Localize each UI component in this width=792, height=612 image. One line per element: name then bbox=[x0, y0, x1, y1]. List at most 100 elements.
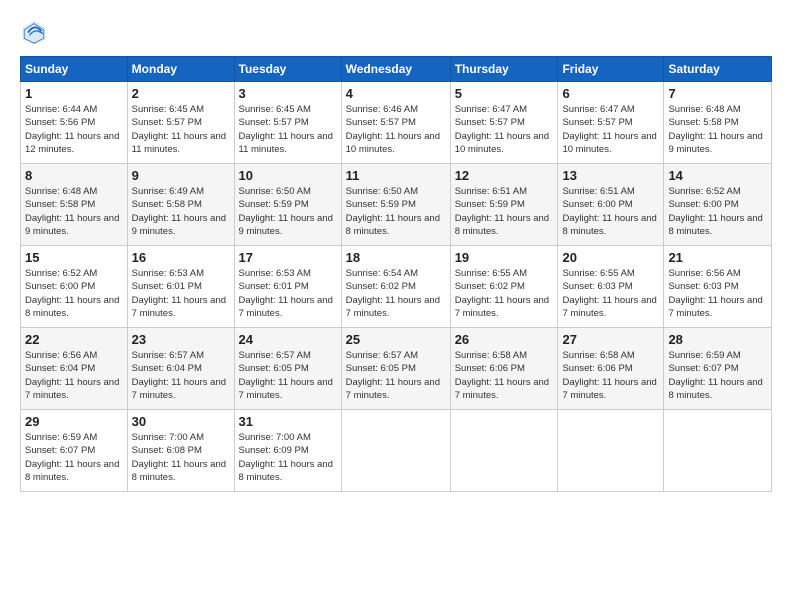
day-info: Sunrise: 6:44 AMSunset: 5:56 PMDaylight:… bbox=[25, 103, 123, 156]
calendar-week-1: 1Sunrise: 6:44 AMSunset: 5:56 PMDaylight… bbox=[21, 82, 772, 164]
day-number: 14 bbox=[668, 168, 767, 183]
day-cell-28: 28 Sunrise: 6:59 AMSunset: 6:07 PMDayligh… bbox=[664, 328, 772, 410]
day-number: 15 bbox=[25, 250, 123, 265]
day-cell-27: 27Sunrise: 6:58 AMSunset: 6:06 PMDayligh… bbox=[558, 328, 664, 410]
day-number: 16 bbox=[132, 250, 230, 265]
day-cell-20: 20 Sunrise: 6:55 AMSunset: 6:03 PMDayligh… bbox=[558, 246, 664, 328]
day-info: Sunrise: 6:48 AMSunset: 5:58 PMDaylight:… bbox=[668, 103, 767, 156]
day-number: 10 bbox=[239, 168, 337, 183]
day-info: Sunrise: 6:50 AMSunset: 5:59 PMDaylight:… bbox=[239, 185, 337, 238]
day-cell-26: 26Sunrise: 6:58 AMSunset: 6:06 PMDayligh… bbox=[450, 328, 558, 410]
day-number: 22 bbox=[25, 332, 123, 347]
day-info: Sunrise: 6:45 AMSunset: 5:57 PMDaylight:… bbox=[132, 103, 230, 156]
day-info: Sunrise: 6:55 AMSunset: 6:02 PMDaylight:… bbox=[455, 267, 554, 320]
day-number: 2 bbox=[132, 86, 230, 101]
day-info: Sunrise: 6:45 AMSunset: 5:57 PMDaylight:… bbox=[239, 103, 337, 156]
day-cell-7: 7 Sunrise: 6:48 AMSunset: 5:58 PMDaylight… bbox=[664, 82, 772, 164]
day-info: Sunrise: 6:58 AMSunset: 6:06 PMDaylight:… bbox=[562, 349, 659, 402]
day-cell-15: 15 Sunrise: 6:52 AMSunset: 6:00 PMDayligh… bbox=[21, 246, 128, 328]
day-cell-3: 3 Sunrise: 6:45 AMSunset: 5:57 PMDaylight… bbox=[234, 82, 341, 164]
day-number: 12 bbox=[455, 168, 554, 183]
page: SundayMondayTuesdayWednesdayThursdayFrid… bbox=[0, 0, 792, 502]
day-header-friday: Friday bbox=[558, 57, 664, 82]
day-number: 24 bbox=[239, 332, 337, 347]
day-info: Sunrise: 6:57 AMSunset: 6:04 PMDaylight:… bbox=[132, 349, 230, 402]
logo bbox=[20, 18, 52, 46]
day-cell-4: 4 Sunrise: 6:46 AMSunset: 5:57 PMDaylight… bbox=[341, 82, 450, 164]
day-number: 6 bbox=[562, 86, 659, 101]
day-cell-14: 14 Sunrise: 6:52 AMSunset: 6:00 PMDayligh… bbox=[664, 164, 772, 246]
calendar-body: 1Sunrise: 6:44 AMSunset: 5:56 PMDaylight… bbox=[21, 82, 772, 492]
day-cell-12: 12 Sunrise: 6:51 AMSunset: 5:59 PMDayligh… bbox=[450, 164, 558, 246]
day-info: Sunrise: 6:55 AMSunset: 6:03 PMDaylight:… bbox=[562, 267, 659, 320]
day-number: 18 bbox=[346, 250, 446, 265]
day-cell-10: 10 Sunrise: 6:50 AMSunset: 5:59 PMDayligh… bbox=[234, 164, 341, 246]
day-info: Sunrise: 7:00 AMSunset: 6:09 PMDaylight:… bbox=[239, 431, 337, 484]
day-cell-6: 6Sunrise: 6:47 AMSunset: 5:57 PMDaylight… bbox=[558, 82, 664, 164]
day-header-saturday: Saturday bbox=[664, 57, 772, 82]
day-cell-9: 9Sunrise: 6:49 AMSunset: 5:58 PMDaylight… bbox=[127, 164, 234, 246]
calendar: SundayMondayTuesdayWednesdayThursdayFrid… bbox=[20, 56, 772, 492]
empty-cell bbox=[450, 410, 558, 492]
day-cell-1: 1Sunrise: 6:44 AMSunset: 5:56 PMDaylight… bbox=[21, 82, 128, 164]
day-header-monday: Monday bbox=[127, 57, 234, 82]
day-cell-8: 8Sunrise: 6:48 AMSunset: 5:58 PMDaylight… bbox=[21, 164, 128, 246]
empty-cell bbox=[664, 410, 772, 492]
empty-cell bbox=[341, 410, 450, 492]
day-number: 29 bbox=[25, 414, 123, 429]
day-info: Sunrise: 6:59 AMSunset: 6:07 PMDaylight:… bbox=[25, 431, 123, 484]
day-info: Sunrise: 6:52 AMSunset: 6:00 PMDaylight:… bbox=[25, 267, 123, 320]
day-number: 25 bbox=[346, 332, 446, 347]
day-number: 17 bbox=[239, 250, 337, 265]
day-cell-17: 17 Sunrise: 6:53 AMSunset: 6:01 PMDayligh… bbox=[234, 246, 341, 328]
day-cell-24: 24Sunrise: 6:57 AMSunset: 6:05 PMDayligh… bbox=[234, 328, 341, 410]
day-cell-16: 16 Sunrise: 6:53 AMSunset: 6:01 PMDayligh… bbox=[127, 246, 234, 328]
day-number: 3 bbox=[239, 86, 337, 101]
day-cell-2: 2 Sunrise: 6:45 AMSunset: 5:57 PMDaylight… bbox=[127, 82, 234, 164]
calendar-week-2: 8Sunrise: 6:48 AMSunset: 5:58 PMDaylight… bbox=[21, 164, 772, 246]
day-number: 5 bbox=[455, 86, 554, 101]
day-info: Sunrise: 6:53 AMSunset: 6:01 PMDaylight:… bbox=[132, 267, 230, 320]
day-info: Sunrise: 6:50 AMSunset: 5:59 PMDaylight:… bbox=[346, 185, 446, 238]
day-number: 7 bbox=[668, 86, 767, 101]
day-header-wednesday: Wednesday bbox=[341, 57, 450, 82]
day-info: Sunrise: 6:53 AMSunset: 6:01 PMDaylight:… bbox=[239, 267, 337, 320]
day-cell-31: 31 Sunrise: 7:00 AMSunset: 6:09 PMDayligh… bbox=[234, 410, 341, 492]
day-info: Sunrise: 6:58 AMSunset: 6:06 PMDaylight:… bbox=[455, 349, 554, 402]
calendar-header: SundayMondayTuesdayWednesdayThursdayFrid… bbox=[21, 57, 772, 82]
day-number: 13 bbox=[562, 168, 659, 183]
day-cell-25: 25 Sunrise: 6:57 AMSunset: 6:05 PMDayligh… bbox=[341, 328, 450, 410]
day-number: 30 bbox=[132, 414, 230, 429]
header-row: SundayMondayTuesdayWednesdayThursdayFrid… bbox=[21, 57, 772, 82]
day-info: Sunrise: 6:47 AMSunset: 5:57 PMDaylight:… bbox=[455, 103, 554, 156]
day-header-tuesday: Tuesday bbox=[234, 57, 341, 82]
day-info: Sunrise: 6:52 AMSunset: 6:00 PMDaylight:… bbox=[668, 185, 767, 238]
calendar-week-5: 29 Sunrise: 6:59 AMSunset: 6:07 PMDayligh… bbox=[21, 410, 772, 492]
day-cell-5: 5 Sunrise: 6:47 AMSunset: 5:57 PMDaylight… bbox=[450, 82, 558, 164]
empty-cell bbox=[558, 410, 664, 492]
day-number: 23 bbox=[132, 332, 230, 347]
day-number: 19 bbox=[455, 250, 554, 265]
day-number: 20 bbox=[562, 250, 659, 265]
day-info: Sunrise: 6:46 AMSunset: 5:57 PMDaylight:… bbox=[346, 103, 446, 156]
calendar-week-4: 22Sunrise: 6:56 AMSunset: 6:04 PMDayligh… bbox=[21, 328, 772, 410]
day-info: Sunrise: 6:48 AMSunset: 5:58 PMDaylight:… bbox=[25, 185, 123, 238]
day-info: Sunrise: 6:59 AMSunset: 6:07 PMDaylight:… bbox=[668, 349, 767, 402]
day-number: 9 bbox=[132, 168, 230, 183]
day-number: 28 bbox=[668, 332, 767, 347]
day-cell-19: 19 Sunrise: 6:55 AMSunset: 6:02 PMDayligh… bbox=[450, 246, 558, 328]
day-info: Sunrise: 6:56 AMSunset: 6:03 PMDaylight:… bbox=[668, 267, 767, 320]
day-number: 21 bbox=[668, 250, 767, 265]
day-cell-22: 22Sunrise: 6:56 AMSunset: 6:04 PMDayligh… bbox=[21, 328, 128, 410]
day-info: Sunrise: 6:54 AMSunset: 6:02 PMDaylight:… bbox=[346, 267, 446, 320]
calendar-week-3: 15 Sunrise: 6:52 AMSunset: 6:00 PMDayligh… bbox=[21, 246, 772, 328]
header bbox=[20, 18, 772, 46]
day-number: 4 bbox=[346, 86, 446, 101]
day-info: Sunrise: 6:51 AMSunset: 5:59 PMDaylight:… bbox=[455, 185, 554, 238]
day-cell-29: 29 Sunrise: 6:59 AMSunset: 6:07 PMDayligh… bbox=[21, 410, 128, 492]
day-header-sunday: Sunday bbox=[21, 57, 128, 82]
day-info: Sunrise: 6:57 AMSunset: 6:05 PMDaylight:… bbox=[346, 349, 446, 402]
day-cell-13: 13Sunrise: 6:51 AMSunset: 6:00 PMDayligh… bbox=[558, 164, 664, 246]
day-number: 31 bbox=[239, 414, 337, 429]
day-cell-23: 23 Sunrise: 6:57 AMSunset: 6:04 PMDayligh… bbox=[127, 328, 234, 410]
